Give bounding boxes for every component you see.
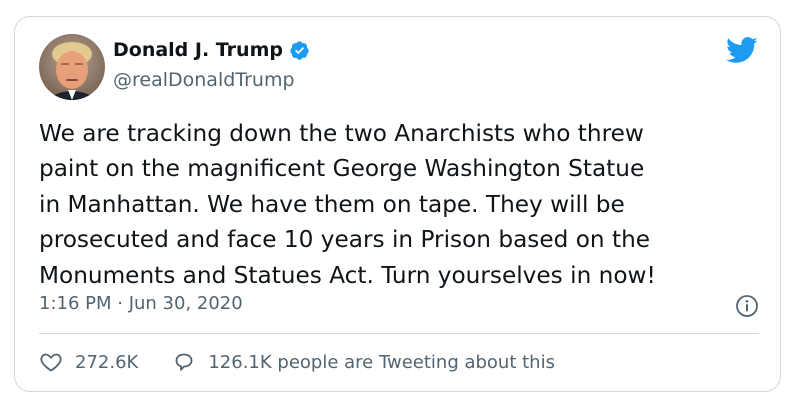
verified-badge-icon: [289, 40, 310, 61]
tweet-card[interactable]: Donald J. Trump @realDonaldTrump We are …: [14, 16, 781, 392]
tweet-text: We are tracking down the two Anarchists …: [39, 120, 656, 289]
twitter-bird-icon[interactable]: [726, 37, 758, 65]
like-count: 272.6K: [75, 351, 139, 373]
author-name[interactable]: Donald J. Trump: [113, 39, 283, 61]
info-icon[interactable]: [735, 294, 759, 318]
tweet-timestamp[interactable]: 1:16 PM · Jun 30, 2020: [39, 293, 243, 314]
tweeting-button[interactable]: 126.1K people are Tweeting about this: [172, 350, 555, 374]
author-name-row[interactable]: Donald J. Trump: [113, 39, 310, 61]
divider: [39, 333, 759, 334]
like-button[interactable]: 272.6K: [39, 350, 138, 374]
heart-icon: [40, 353, 62, 372]
avatar[interactable]: [39, 34, 105, 100]
engagement-bar: 272.6K 126.1K people are Tweeting about …: [39, 350, 555, 374]
tweeting-count: 126.1K people are Tweeting about this: [208, 351, 555, 373]
author-handle[interactable]: @realDonaldTrump: [113, 69, 295, 91]
avatar-image: [39, 34, 105, 100]
speech-bubble-icon: [175, 353, 193, 371]
